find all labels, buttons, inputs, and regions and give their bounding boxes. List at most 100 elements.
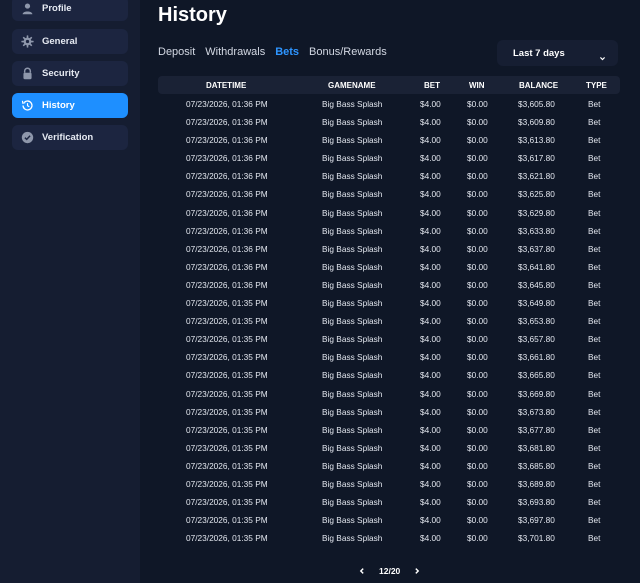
cell-bet: $4.00: [420, 424, 441, 435]
cell-balance: $3,701.80: [518, 533, 555, 544]
cell-gamename: Big Bass Splash: [322, 189, 383, 200]
cell-balance: $3,605.80: [518, 99, 555, 109]
cell-datetime: 07/23/2026, 01:35 PM: [186, 515, 268, 526]
table-row: 07/23/2026, 01:35 PM Big Bass Splash $4.00…: [158, 366, 620, 384]
cell-type: Bet: [588, 424, 601, 435]
cell-win: $0.00: [467, 352, 488, 363]
sidebar-item-security[interactable]: Security: [12, 61, 128, 86]
cell-win: $0.00: [467, 334, 488, 345]
cell-datetime: 07/23/2026, 01:35 PM: [186, 424, 268, 435]
cell-type: Bet: [588, 406, 601, 417]
cell-datetime: 07/23/2026, 01:35 PM: [186, 298, 268, 309]
cell-balance: $3,661.80: [518, 352, 555, 363]
cell-bet: $4.00: [420, 225, 441, 236]
cell-win: $0.00: [467, 478, 488, 489]
cell-balance: $3,657.80: [518, 334, 555, 345]
main-content: History Deposit Withdrawals Bets Bonus/R…: [140, 0, 640, 583]
cell-datetime: 07/23/2026, 01:35 PM: [186, 497, 268, 508]
cell-win: $0.00: [467, 135, 488, 146]
cell-balance: $3,697.80: [518, 515, 555, 526]
cell-datetime: 07/23/2026, 01:35 PM: [186, 478, 268, 489]
cell-type: Bet: [588, 442, 601, 453]
sidebar-item-history[interactable]: History: [12, 93, 128, 118]
sidebar-item-general[interactable]: General: [12, 29, 128, 54]
tab-bets[interactable]: Bets: [275, 46, 299, 58]
cell-datetime: 07/23/2026, 01:36 PM: [186, 243, 268, 254]
tab-deposit[interactable]: Deposit: [158, 46, 195, 58]
column-header-gamename: GAMENAME: [328, 81, 376, 90]
period-select[interactable]: Last 7 days: [497, 40, 618, 66]
chevron-left-icon: [359, 568, 364, 574]
cell-gamename: Big Bass Splash: [322, 460, 383, 471]
cell-type: Bet: [588, 515, 601, 526]
sidebar-item-label: History: [42, 100, 75, 111]
cell-win: $0.00: [467, 243, 488, 254]
cell-balance: $3,625.80: [518, 189, 555, 200]
cell-gamename: Big Bass Splash: [322, 279, 383, 290]
cell-gamename: Big Bass Splash: [322, 478, 383, 489]
cell-gamename: Big Bass Splash: [322, 316, 383, 327]
cell-type: Bet: [588, 370, 601, 381]
cell-win: $0.00: [467, 460, 488, 471]
cell-bet: $4.00: [420, 279, 441, 290]
cell-win: $0.00: [467, 424, 488, 435]
next-page-button[interactable]: [408, 562, 426, 580]
cell-balance: $3,637.80: [518, 243, 555, 254]
cell-gamename: Big Bass Splash: [322, 135, 383, 146]
cell-datetime: 07/23/2026, 01:36 PM: [186, 225, 268, 236]
cell-balance: $3,641.80: [518, 261, 555, 272]
table-row: 07/23/2026, 01:35 PM Big Bass Splash $4.00…: [158, 294, 620, 312]
cell-datetime: 07/23/2026, 01:35 PM: [186, 334, 268, 345]
cell-balance: $3,649.80: [518, 298, 555, 309]
cell-balance: $3,609.80: [518, 117, 555, 128]
sidebar-item-label: General: [42, 36, 78, 47]
history-icon: [20, 99, 34, 113]
column-header-balance: BALANCE: [519, 81, 559, 90]
cell-bet: $4.00: [420, 261, 441, 272]
cell-win: $0.00: [467, 370, 488, 381]
cell-bet: $4.00: [420, 243, 441, 254]
cell-bet: $4.00: [420, 533, 441, 544]
cell-balance: $3,629.80: [518, 207, 555, 218]
cell-type: Bet: [588, 171, 601, 182]
sidebar-item-verification[interactable]: Verification: [12, 125, 128, 150]
cell-balance: $3,617.80: [518, 153, 555, 164]
cell-win: $0.00: [467, 298, 488, 309]
cell-bet: $4.00: [420, 478, 441, 489]
tab-bonus-rewards[interactable]: Bonus/Rewards: [309, 46, 387, 58]
table-row: 07/23/2026, 01:35 PM Big Bass Splash $4.00…: [158, 511, 620, 529]
sidebar-item-profile[interactable]: Profile: [12, 0, 128, 21]
sidebar-item-label: Security: [42, 68, 80, 79]
cell-type: Bet: [588, 316, 601, 327]
cell-bet: $4.00: [420, 316, 441, 327]
cell-type: Bet: [588, 99, 601, 109]
table-row: 07/23/2026, 01:36 PM Big Bass Splash $4.00…: [158, 258, 620, 276]
cell-gamename: Big Bass Splash: [322, 261, 383, 272]
cell-type: Bet: [588, 352, 601, 363]
cell-bet: $4.00: [420, 460, 441, 471]
cell-gamename: Big Bass Splash: [322, 515, 383, 526]
cell-gamename: Big Bass Splash: [322, 424, 383, 435]
cell-win: $0.00: [467, 99, 488, 109]
cell-bet: $4.00: [420, 442, 441, 453]
lock-icon: [20, 67, 34, 81]
cell-bet: $4.00: [420, 515, 441, 526]
prev-page-button[interactable]: [353, 562, 371, 580]
cell-bet: $4.00: [420, 207, 441, 218]
tab-withdrawals[interactable]: Withdrawals: [205, 46, 265, 58]
column-header-type: TYPE: [586, 81, 607, 90]
cell-datetime: 07/23/2026, 01:36 PM: [186, 207, 268, 218]
pagination: 12/20: [353, 562, 426, 580]
cell-bet: $4.00: [420, 370, 441, 381]
table-row: 07/23/2026, 01:36 PM Big Bass Splash $4.00…: [158, 131, 620, 149]
cell-datetime: 07/23/2026, 01:35 PM: [186, 352, 268, 363]
cell-datetime: 07/23/2026, 01:36 PM: [186, 279, 268, 290]
cell-datetime: 07/23/2026, 01:35 PM: [186, 533, 268, 544]
cell-win: $0.00: [467, 225, 488, 236]
cell-datetime: 07/23/2026, 01:36 PM: [186, 261, 268, 272]
table-row: 07/23/2026, 01:35 PM Big Bass Splash $4.00…: [158, 493, 620, 511]
cell-datetime: 07/23/2026, 01:35 PM: [186, 442, 268, 453]
cell-type: Bet: [588, 117, 601, 128]
cell-balance: $3,689.80: [518, 478, 555, 489]
cell-win: $0.00: [467, 261, 488, 272]
